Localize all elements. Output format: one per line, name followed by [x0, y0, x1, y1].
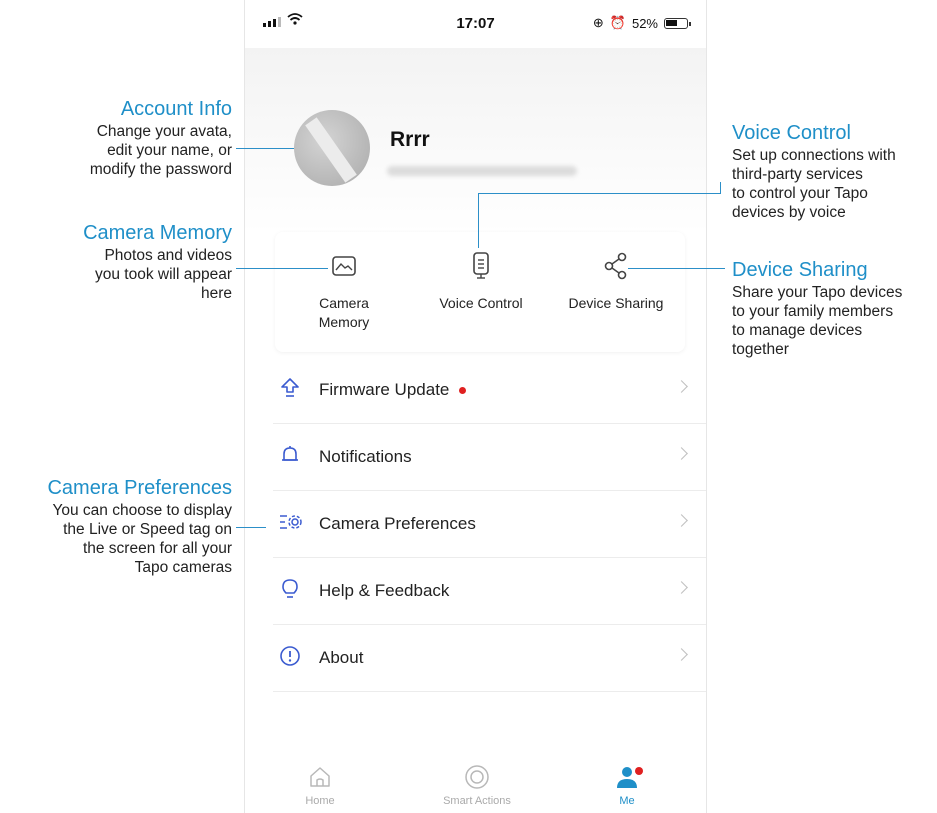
battery-percent: 52% [631, 15, 658, 31]
upload-icon [279, 377, 301, 404]
settings-menu: Firmware Update Notifications Camera Pre… [273, 357, 706, 692]
annotation-title: Device Sharing [732, 259, 868, 281]
menu-label: Notifications [319, 447, 412, 466]
device-sharing-button[interactable]: Device Sharing [551, 250, 681, 313]
tab-bar: Home Smart Actions Me [245, 755, 706, 813]
notification-dot [459, 386, 467, 394]
tab-me[interactable]: Me [567, 761, 687, 807]
menu-item-about[interactable]: About [273, 625, 706, 692]
camera-preferences-annotation: Camera Preferences You can choose to dis… [47, 476, 232, 577]
phone-screen: 17:07 ⊕ ⏰ 52% Rrrr Camera Memory Voice C… [244, 0, 707, 813]
annotation-desc: You can choose to display the Live or Sp… [52, 502, 232, 576]
share-icon [603, 252, 629, 283]
menu-item-notifications[interactable]: Notifications [273, 424, 706, 491]
chevron-right-icon [675, 581, 688, 594]
alarm-icon: ⏰ [609, 15, 626, 30]
tab-smart-actions[interactable]: Smart Actions [417, 761, 537, 807]
callout-line-voice-h [478, 193, 720, 194]
callout-line-device-sharing [628, 268, 725, 269]
camera-memory-button[interactable]: Camera Memory [279, 250, 409, 332]
bell-icon [279, 444, 301, 471]
avatar[interactable] [294, 110, 370, 186]
annotation-title: Camera Preferences [47, 477, 232, 499]
tab-label: Smart Actions [443, 795, 511, 807]
voice-control-button[interactable]: Voice Control [416, 250, 546, 313]
camera-settings-icon [279, 511, 303, 538]
feature-panel: Camera Memory Voice Control Device Shari… [275, 232, 685, 352]
chevron-right-icon [675, 514, 688, 527]
lightbulb-icon [279, 578, 301, 605]
callout-line-voice-v [478, 193, 479, 248]
callout-line-camera-preferences [236, 527, 266, 528]
annotation-title: Account Info [120, 98, 232, 120]
menu-label: About [319, 648, 364, 667]
picture-icon [331, 255, 357, 280]
callout-line-camera-memory [236, 268, 328, 269]
tab-label: Me [619, 795, 635, 807]
annotation-desc: Photos and videos you took will appear h… [95, 247, 232, 302]
menu-item-camera-preferences[interactable]: Camera Preferences [273, 491, 706, 558]
menu-label: Help & Feedback [319, 581, 450, 600]
callout-line-account [236, 148, 294, 149]
annotation-title: Camera Memory [83, 222, 232, 244]
tab-label: Home [305, 795, 335, 807]
account-info-annotation: Account Info Change your avata, edit you… [90, 97, 232, 179]
smart-actions-icon [464, 764, 490, 793]
home-icon [308, 765, 332, 792]
notification-dot [635, 767, 643, 775]
annotation-desc: Change your avata, edit your name, or mo… [89, 123, 232, 178]
tab-home[interactable]: Home [260, 761, 380, 807]
battery-icon [664, 17, 691, 29]
chevron-right-icon [675, 648, 688, 661]
menu-label: Firmware Update [319, 380, 450, 399]
status-bar: 17:07 ⊕ ⏰ 52% [245, 0, 706, 48]
menu-label: Camera Preferences [319, 514, 476, 533]
lock-rotation-icon: ⊕ [592, 15, 604, 30]
callout-line-voice-right [720, 182, 721, 194]
annotation-desc: Share your Tapo devices to your family m… [732, 284, 903, 358]
chevron-right-icon [675, 380, 688, 393]
feature-label: Camera Memory [318, 295, 370, 330]
info-icon [279, 645, 301, 672]
feature-label: Device Sharing [568, 295, 664, 311]
menu-item-firmware-update[interactable]: Firmware Update [273, 357, 706, 424]
feature-label: Voice Control [439, 295, 523, 311]
menu-item-help-feedback[interactable]: Help & Feedback [273, 558, 706, 625]
device-sharing-annotation: Device Sharing Share your Tapo devices t… [732, 258, 902, 359]
username[interactable]: Rrrr [390, 128, 430, 152]
speaker-icon [471, 251, 491, 284]
email-blurred [387, 166, 577, 176]
annotation-title: Voice Control [732, 122, 851, 144]
chevron-right-icon [675, 447, 688, 460]
annotation-desc: Set up connections with third-party serv… [732, 147, 896, 221]
camera-memory-annotation: Camera Memory Photos and videos you took… [83, 221, 232, 303]
voice-control-annotation: Voice Control Set up connections with th… [732, 121, 896, 222]
